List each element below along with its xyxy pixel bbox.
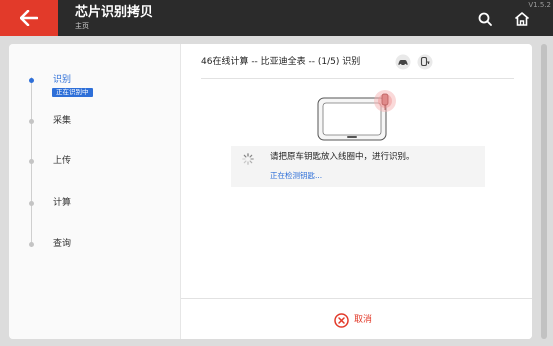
content-panel: 识别 正在识别中 采集 上传 计算 查询 46在线计算 -- 比亚迪全表 -- … [9,44,532,339]
step-upload[interactable]: 上传 [9,154,179,184]
step-label: 上传 [53,156,72,166]
step-dot [29,78,34,83]
process-header: 46在线计算 -- 比亚迪全表 -- (1/5) 识别 [201,54,514,79]
spinner-icon [242,153,254,165]
step-sidebar: 识别 正在识别中 采集 上传 计算 查询 [9,44,181,339]
search-button[interactable] [474,8,496,30]
instruction-panel: 请把原车钥匙放入线圈中，进行识别。 正在检测钥匙... [231,146,485,187]
back-button[interactable] [0,0,58,36]
coil-device-illustration [314,89,404,144]
cancel-label: 取消 [354,315,373,325]
footer-bar: 取消 [181,298,532,339]
process-title: 46在线计算 -- 比亚迪全表 -- (1/5) 识别 [201,57,361,67]
car-icon [395,54,411,70]
step-dot [29,119,34,124]
page-title: 芯片识别拷贝 [75,5,154,20]
step-dot [29,159,34,164]
step-identify[interactable]: 识别 正在识别中 [9,73,179,103]
step-dot [29,201,34,206]
version-label: V1.5.2 [528,1,551,9]
step-label: 采集 [53,116,72,126]
scrollbar-thumb[interactable] [541,44,547,339]
close-circle-icon [334,312,349,328]
key-info-button[interactable] [417,54,433,70]
step-status-badge: 正在识别中 [52,88,93,97]
scrollbar[interactable] [541,44,547,339]
instruction-text: 请把原车钥匙放入线圈中，进行识别。 [270,152,415,162]
home-icon [514,12,530,26]
detection-status: 正在检测钥匙... [270,171,323,180]
step-label: 计算 [53,198,72,208]
arrow-left-icon [20,10,38,26]
step-label: 识别 [53,75,72,85]
top-bar: 芯片识别拷贝 主页 V1.5.2 [0,0,553,36]
breadcrumb: 主页 [75,22,89,30]
step-calculate[interactable]: 计算 [9,196,179,226]
car-info-button[interactable] [395,54,411,70]
step-query[interactable]: 查询 [9,237,179,267]
cancel-button[interactable]: 取消 [334,312,372,328]
step-collect[interactable]: 采集 [9,114,179,144]
step-label: 查询 [53,239,72,249]
step-dot [29,242,34,247]
key-icon [417,54,433,70]
search-icon [478,12,492,26]
main-area: 46在线计算 -- 比亚迪全表 -- (1/5) 识别 请把原车钥匙放入线圈中，… [181,44,532,339]
home-button[interactable] [511,8,533,30]
